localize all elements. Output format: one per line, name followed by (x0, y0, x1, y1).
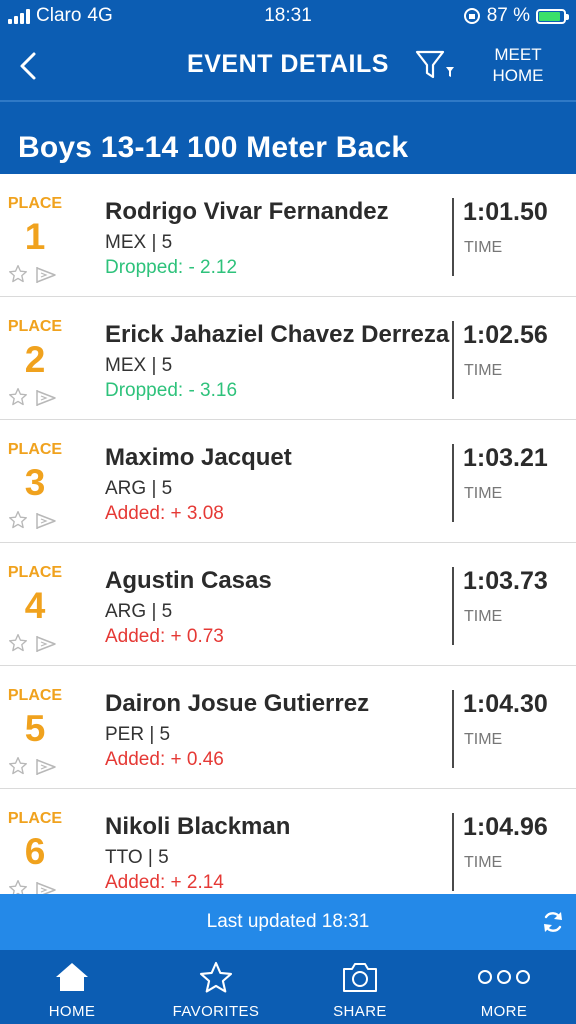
place-label: PLACE (7, 441, 63, 458)
time-label: TIME (464, 854, 503, 871)
place-label: PLACE (7, 687, 63, 704)
flag-icon[interactable] (35, 512, 57, 530)
star-icon[interactable] (8, 879, 28, 894)
flag-icon[interactable] (35, 758, 57, 776)
time-delta: Added: + 3.08 (105, 503, 224, 524)
results-list[interactable]: PLACE 1 Rodrigo Vivar Fernandez MEX | 5 … (0, 174, 576, 894)
divider (452, 690, 454, 768)
result-row[interactable]: PLACE 6 Nikoli Blackman TTO | 5 Added: +… (0, 789, 576, 894)
time-label: TIME (464, 731, 503, 748)
swimmer-name: Maximo Jacquet (105, 444, 292, 471)
place-label: PLACE (7, 810, 63, 827)
result-row[interactable]: PLACE 1 Rodrigo Vivar Fernandez MEX | 5 … (0, 174, 576, 297)
place-number: 6 (24, 831, 46, 872)
event-header: Boys 13-14 100 Meter Back (0, 100, 576, 174)
tab-home[interactable]: HOME (0, 950, 144, 1024)
star-icon[interactable] (8, 633, 28, 653)
event-title: Boys 13-14 100 Meter Back (18, 131, 409, 164)
place-label: PLACE (7, 318, 63, 335)
tab-label: FAVORITES (172, 1003, 260, 1020)
flag-icon[interactable] (35, 881, 57, 894)
time-label: TIME (464, 485, 503, 502)
tab-label: HOME (48, 1003, 96, 1020)
divider (452, 321, 454, 399)
star-icon (199, 961, 233, 993)
swimmer-name: Agustin Casas (105, 567, 272, 594)
result-row[interactable]: PLACE 3 Maximo Jacquet ARG | 5 Added: + … (0, 420, 576, 543)
time-delta: Added: + 0.46 (105, 749, 224, 770)
swimmer-name: Rodrigo Vivar Fernandez (105, 198, 389, 225)
result-time: 1:04.96 (463, 813, 548, 841)
camera-icon (343, 963, 377, 992)
time-delta: Added: + 0.73 (105, 626, 224, 647)
divider (452, 444, 454, 522)
flag-icon[interactable] (35, 635, 57, 653)
time-delta: Dropped: - 3.16 (105, 380, 238, 401)
tab-share[interactable]: SHARE (288, 950, 432, 1024)
nav-bar: EVENT DETAILS MEET HOME (0, 32, 576, 100)
meet-home-button[interactable]: MEET HOME (482, 44, 554, 86)
country-heat: PER | 5 (105, 724, 171, 745)
result-row[interactable]: PLACE 5 Dairon Josue Gutierrez PER | 5 A… (0, 666, 576, 789)
chevron-left-icon[interactable] (14, 50, 44, 82)
star-icon[interactable] (8, 510, 28, 530)
country-heat: TTO | 5 (105, 847, 169, 868)
place-number: 2 (24, 339, 46, 380)
orientation-lock-icon (463, 8, 480, 24)
home-icon (56, 963, 88, 991)
place-label: PLACE (7, 195, 63, 212)
place-number: 4 (24, 585, 46, 626)
divider (452, 813, 454, 891)
time-delta: Dropped: - 2.12 (105, 257, 238, 278)
last-updated-text: Last updated 18:31 (206, 911, 370, 932)
place-number: 3 (24, 462, 46, 503)
flag-icon[interactable] (35, 266, 57, 284)
battery-percent: 87 % (486, 5, 530, 26)
refresh-icon[interactable] (540, 909, 566, 935)
result-time: 1:02.56 (463, 321, 548, 349)
result-time: 1:01.50 (463, 198, 548, 226)
status-bar: Claro 4G 18:31 87 % (0, 0, 576, 32)
last-updated-bar: Last updated 18:31 (0, 894, 576, 950)
star-icon[interactable] (8, 756, 28, 776)
status-right: 87 % (463, 5, 569, 27)
country-heat: MEX | 5 (105, 355, 173, 376)
tab-favorites[interactable]: FAVORITES (144, 950, 288, 1024)
result-time: 1:04.30 (463, 690, 548, 718)
place-label: PLACE (7, 564, 63, 581)
battery-icon (536, 8, 569, 24)
country-heat: MEX | 5 (105, 232, 173, 253)
country-heat: ARG | 5 (105, 478, 173, 499)
divider (452, 567, 454, 645)
tab-bar: HOME FAVORITES SHARE MORE (0, 950, 576, 1024)
time-label: TIME (464, 239, 503, 256)
result-time: 1:03.73 (463, 567, 548, 595)
result-row[interactable]: PLACE 4 Agustin Casas ARG | 5 Added: + 0… (0, 543, 576, 666)
swimmer-name: Erick Jahaziel Chavez Derreza (105, 321, 450, 348)
swimmer-name: Nikoli Blackman (105, 813, 291, 840)
place-number: 1 (24, 216, 46, 257)
star-icon[interactable] (8, 264, 28, 284)
swimmer-name: Dairon Josue Gutierrez (105, 690, 370, 717)
country-heat: ARG | 5 (105, 601, 173, 622)
tab-more[interactable]: MORE (432, 950, 576, 1024)
time-label: TIME (464, 362, 503, 379)
result-row[interactable]: PLACE 2 Erick Jahaziel Chavez Derreza ME… (0, 297, 576, 420)
flag-icon[interactable] (35, 389, 57, 407)
meet-home-label-line1: MEET (494, 45, 542, 64)
divider (452, 198, 454, 276)
tab-label: SHARE (333, 1003, 387, 1020)
star-icon[interactable] (8, 387, 28, 407)
place-number: 5 (24, 708, 46, 749)
result-time: 1:03.21 (463, 444, 548, 472)
time-delta: Added: + 2.14 (105, 872, 224, 893)
time-label: TIME (464, 608, 503, 625)
meet-home-label-line2: HOME (492, 66, 544, 85)
more-icon (478, 970, 530, 984)
tab-label: MORE (480, 1003, 528, 1020)
filter-icon[interactable] (414, 48, 460, 82)
